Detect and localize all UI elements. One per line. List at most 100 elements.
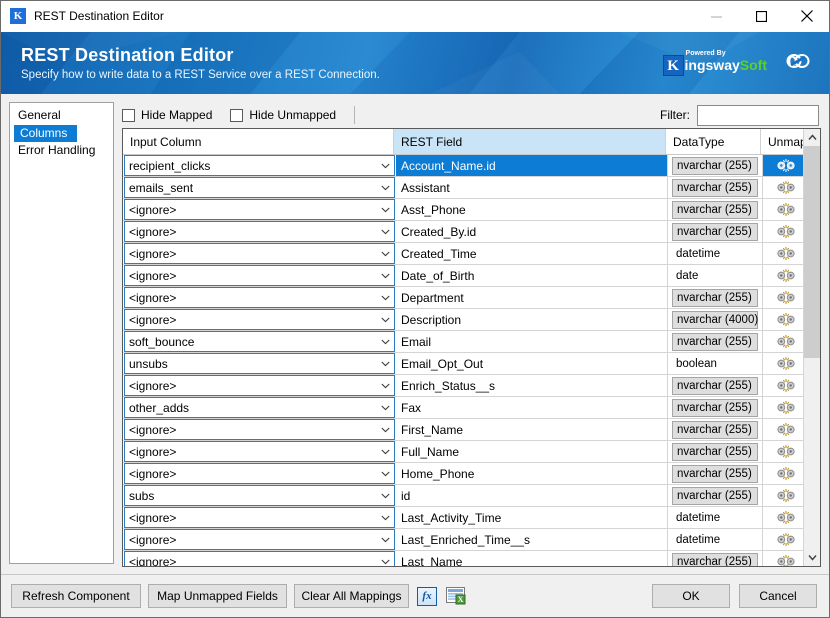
- table-row[interactable]: <ignore> Last_Enriched_Time__s datetime: [123, 529, 803, 551]
- rest-field-value[interactable]: Enrich_Status__s: [396, 375, 668, 396]
- table-row[interactable]: <ignore> Created_By.id nvarchar (255): [123, 221, 803, 243]
- rest-field-value[interactable]: Created_By.id: [396, 221, 668, 242]
- input-column-dropdown[interactable]: other_adds: [124, 397, 395, 418]
- unmap-button[interactable]: [763, 463, 803, 484]
- ok-button[interactable]: OK: [652, 584, 730, 608]
- rest-field-value[interactable]: Last_Name: [396, 551, 668, 566]
- unmap-button[interactable]: [763, 353, 803, 374]
- input-column-dropdown[interactable]: <ignore>: [124, 419, 395, 440]
- input-column-dropdown[interactable]: <ignore>: [124, 507, 395, 528]
- table-row[interactable]: <ignore> First_Name nvarchar (255): [123, 419, 803, 441]
- grid-vertical-scrollbar[interactable]: [803, 129, 820, 566]
- column-header-rest-field[interactable]: REST Field: [394, 129, 666, 154]
- table-row[interactable]: <ignore> Created_Time datetime: [123, 243, 803, 265]
- dropdown-arrow[interactable]: [376, 537, 394, 543]
- checkbox-box[interactable]: [230, 108, 244, 122]
- unmap-button[interactable]: [763, 419, 803, 440]
- checkbox-box[interactable]: [122, 108, 135, 122]
- rest-field-value[interactable]: Created_Time: [396, 243, 668, 264]
- rest-field-value[interactable]: Email_Opt_Out: [396, 353, 668, 374]
- rest-field-value[interactable]: Full_Name: [396, 441, 668, 462]
- unmap-button[interactable]: [763, 485, 803, 506]
- unmap-button[interactable]: [763, 551, 803, 566]
- input-column-dropdown[interactable]: <ignore>: [124, 529, 395, 550]
- dropdown-arrow[interactable]: [376, 383, 394, 389]
- unmap-button[interactable]: [763, 441, 803, 462]
- scroll-up-arrow-icon[interactable]: [804, 129, 821, 146]
- sidebar-item-general[interactable]: General: [12, 107, 111, 124]
- dropdown-arrow[interactable]: [376, 471, 394, 477]
- unmap-button[interactable]: [763, 177, 803, 198]
- scroll-down-arrow-icon[interactable]: [804, 549, 821, 566]
- input-column-dropdown[interactable]: <ignore>: [124, 551, 395, 566]
- unmap-button[interactable]: [763, 287, 803, 308]
- table-row[interactable]: recipient_clicks Account_Name.id nvarcha…: [123, 155, 803, 177]
- dropdown-arrow[interactable]: [376, 515, 394, 521]
- input-column-dropdown[interactable]: <ignore>: [124, 199, 395, 220]
- clear-all-mappings-button[interactable]: Clear All Mappings: [294, 584, 409, 608]
- dropdown-arrow[interactable]: [376, 427, 394, 433]
- table-row[interactable]: <ignore> Last_Activity_Time datetime: [123, 507, 803, 529]
- rest-field-value[interactable]: Date_of_Birth: [396, 265, 668, 286]
- unmap-button[interactable]: [763, 155, 803, 176]
- input-column-dropdown[interactable]: unsubs: [124, 353, 395, 374]
- dropdown-arrow[interactable]: [376, 559, 394, 565]
- table-row[interactable]: <ignore> Last_Name nvarchar (255): [123, 551, 803, 566]
- unmap-button[interactable]: [763, 375, 803, 396]
- sidebar-item-error-handling[interactable]: Error Handling: [12, 142, 111, 159]
- table-row[interactable]: <ignore> Full_Name nvarchar (255): [123, 441, 803, 463]
- rest-field-value[interactable]: Email: [396, 331, 668, 352]
- input-column-dropdown[interactable]: soft_bounce: [124, 331, 395, 352]
- dropdown-arrow[interactable]: [376, 163, 394, 169]
- unmap-button[interactable]: [763, 221, 803, 242]
- table-row[interactable]: other_adds Fax nvarchar (255): [123, 397, 803, 419]
- input-column-dropdown[interactable]: emails_sent: [124, 177, 395, 198]
- dropdown-arrow[interactable]: [376, 339, 394, 345]
- maximize-button[interactable]: [739, 1, 784, 32]
- hide-unmapped-checkbox[interactable]: Hide Unmapped: [230, 108, 336, 122]
- scrollbar-track[interactable]: [803, 146, 820, 549]
- input-column-dropdown[interactable]: subs: [124, 485, 395, 506]
- unmap-button[interactable]: [763, 397, 803, 418]
- refresh-component-button[interactable]: Refresh Component: [11, 584, 141, 608]
- table-row[interactable]: subs id nvarchar (255): [123, 485, 803, 507]
- dropdown-arrow[interactable]: [376, 229, 394, 235]
- input-column-dropdown[interactable]: <ignore>: [124, 441, 395, 462]
- input-column-dropdown[interactable]: recipient_clicks: [124, 155, 395, 176]
- input-column-dropdown[interactable]: <ignore>: [124, 309, 395, 330]
- rest-field-value[interactable]: Fax: [396, 397, 668, 418]
- unmap-button[interactable]: [763, 199, 803, 220]
- rest-field-value[interactable]: First_Name: [396, 419, 668, 440]
- table-row[interactable]: soft_bounce Email nvarchar (255): [123, 331, 803, 353]
- export-grid-button[interactable]: X: [445, 585, 467, 607]
- column-header-unmap[interactable]: Unmap: [761, 129, 803, 154]
- table-row[interactable]: <ignore> Enrich_Status__s nvarchar (255): [123, 375, 803, 397]
- input-column-dropdown[interactable]: <ignore>: [124, 221, 395, 242]
- table-row[interactable]: <ignore> Department nvarchar (255): [123, 287, 803, 309]
- rest-field-value[interactable]: Last_Activity_Time: [396, 507, 668, 528]
- dropdown-arrow[interactable]: [376, 207, 394, 213]
- input-column-dropdown[interactable]: <ignore>: [124, 463, 395, 484]
- rest-field-value[interactable]: Account_Name.id: [396, 155, 668, 176]
- dropdown-arrow[interactable]: [376, 273, 394, 279]
- map-unmapped-fields-button[interactable]: Map Unmapped Fields: [148, 584, 287, 608]
- minimize-button[interactable]: [694, 1, 739, 32]
- input-column-dropdown[interactable]: <ignore>: [124, 287, 395, 308]
- column-header-datatype[interactable]: DataType: [666, 129, 761, 154]
- unmap-button[interactable]: [763, 529, 803, 550]
- hide-mapped-checkbox[interactable]: Hide Mapped: [122, 108, 212, 122]
- table-row[interactable]: <ignore> Asst_Phone nvarchar (255): [123, 199, 803, 221]
- rest-field-value[interactable]: Assistant: [396, 177, 668, 198]
- rest-field-value[interactable]: Last_Enriched_Time__s: [396, 529, 668, 550]
- dropdown-arrow[interactable]: [376, 493, 394, 499]
- dropdown-arrow[interactable]: [376, 317, 394, 323]
- dropdown-arrow[interactable]: [376, 405, 394, 411]
- rest-field-value[interactable]: Description: [396, 309, 668, 330]
- filter-input[interactable]: [697, 104, 819, 126]
- dropdown-arrow[interactable]: [376, 449, 394, 455]
- unmap-button[interactable]: [763, 243, 803, 264]
- unmap-button[interactable]: [763, 331, 803, 352]
- rest-field-value[interactable]: Department: [396, 287, 668, 308]
- input-column-dropdown[interactable]: <ignore>: [124, 243, 395, 264]
- cancel-button[interactable]: Cancel: [739, 584, 817, 608]
